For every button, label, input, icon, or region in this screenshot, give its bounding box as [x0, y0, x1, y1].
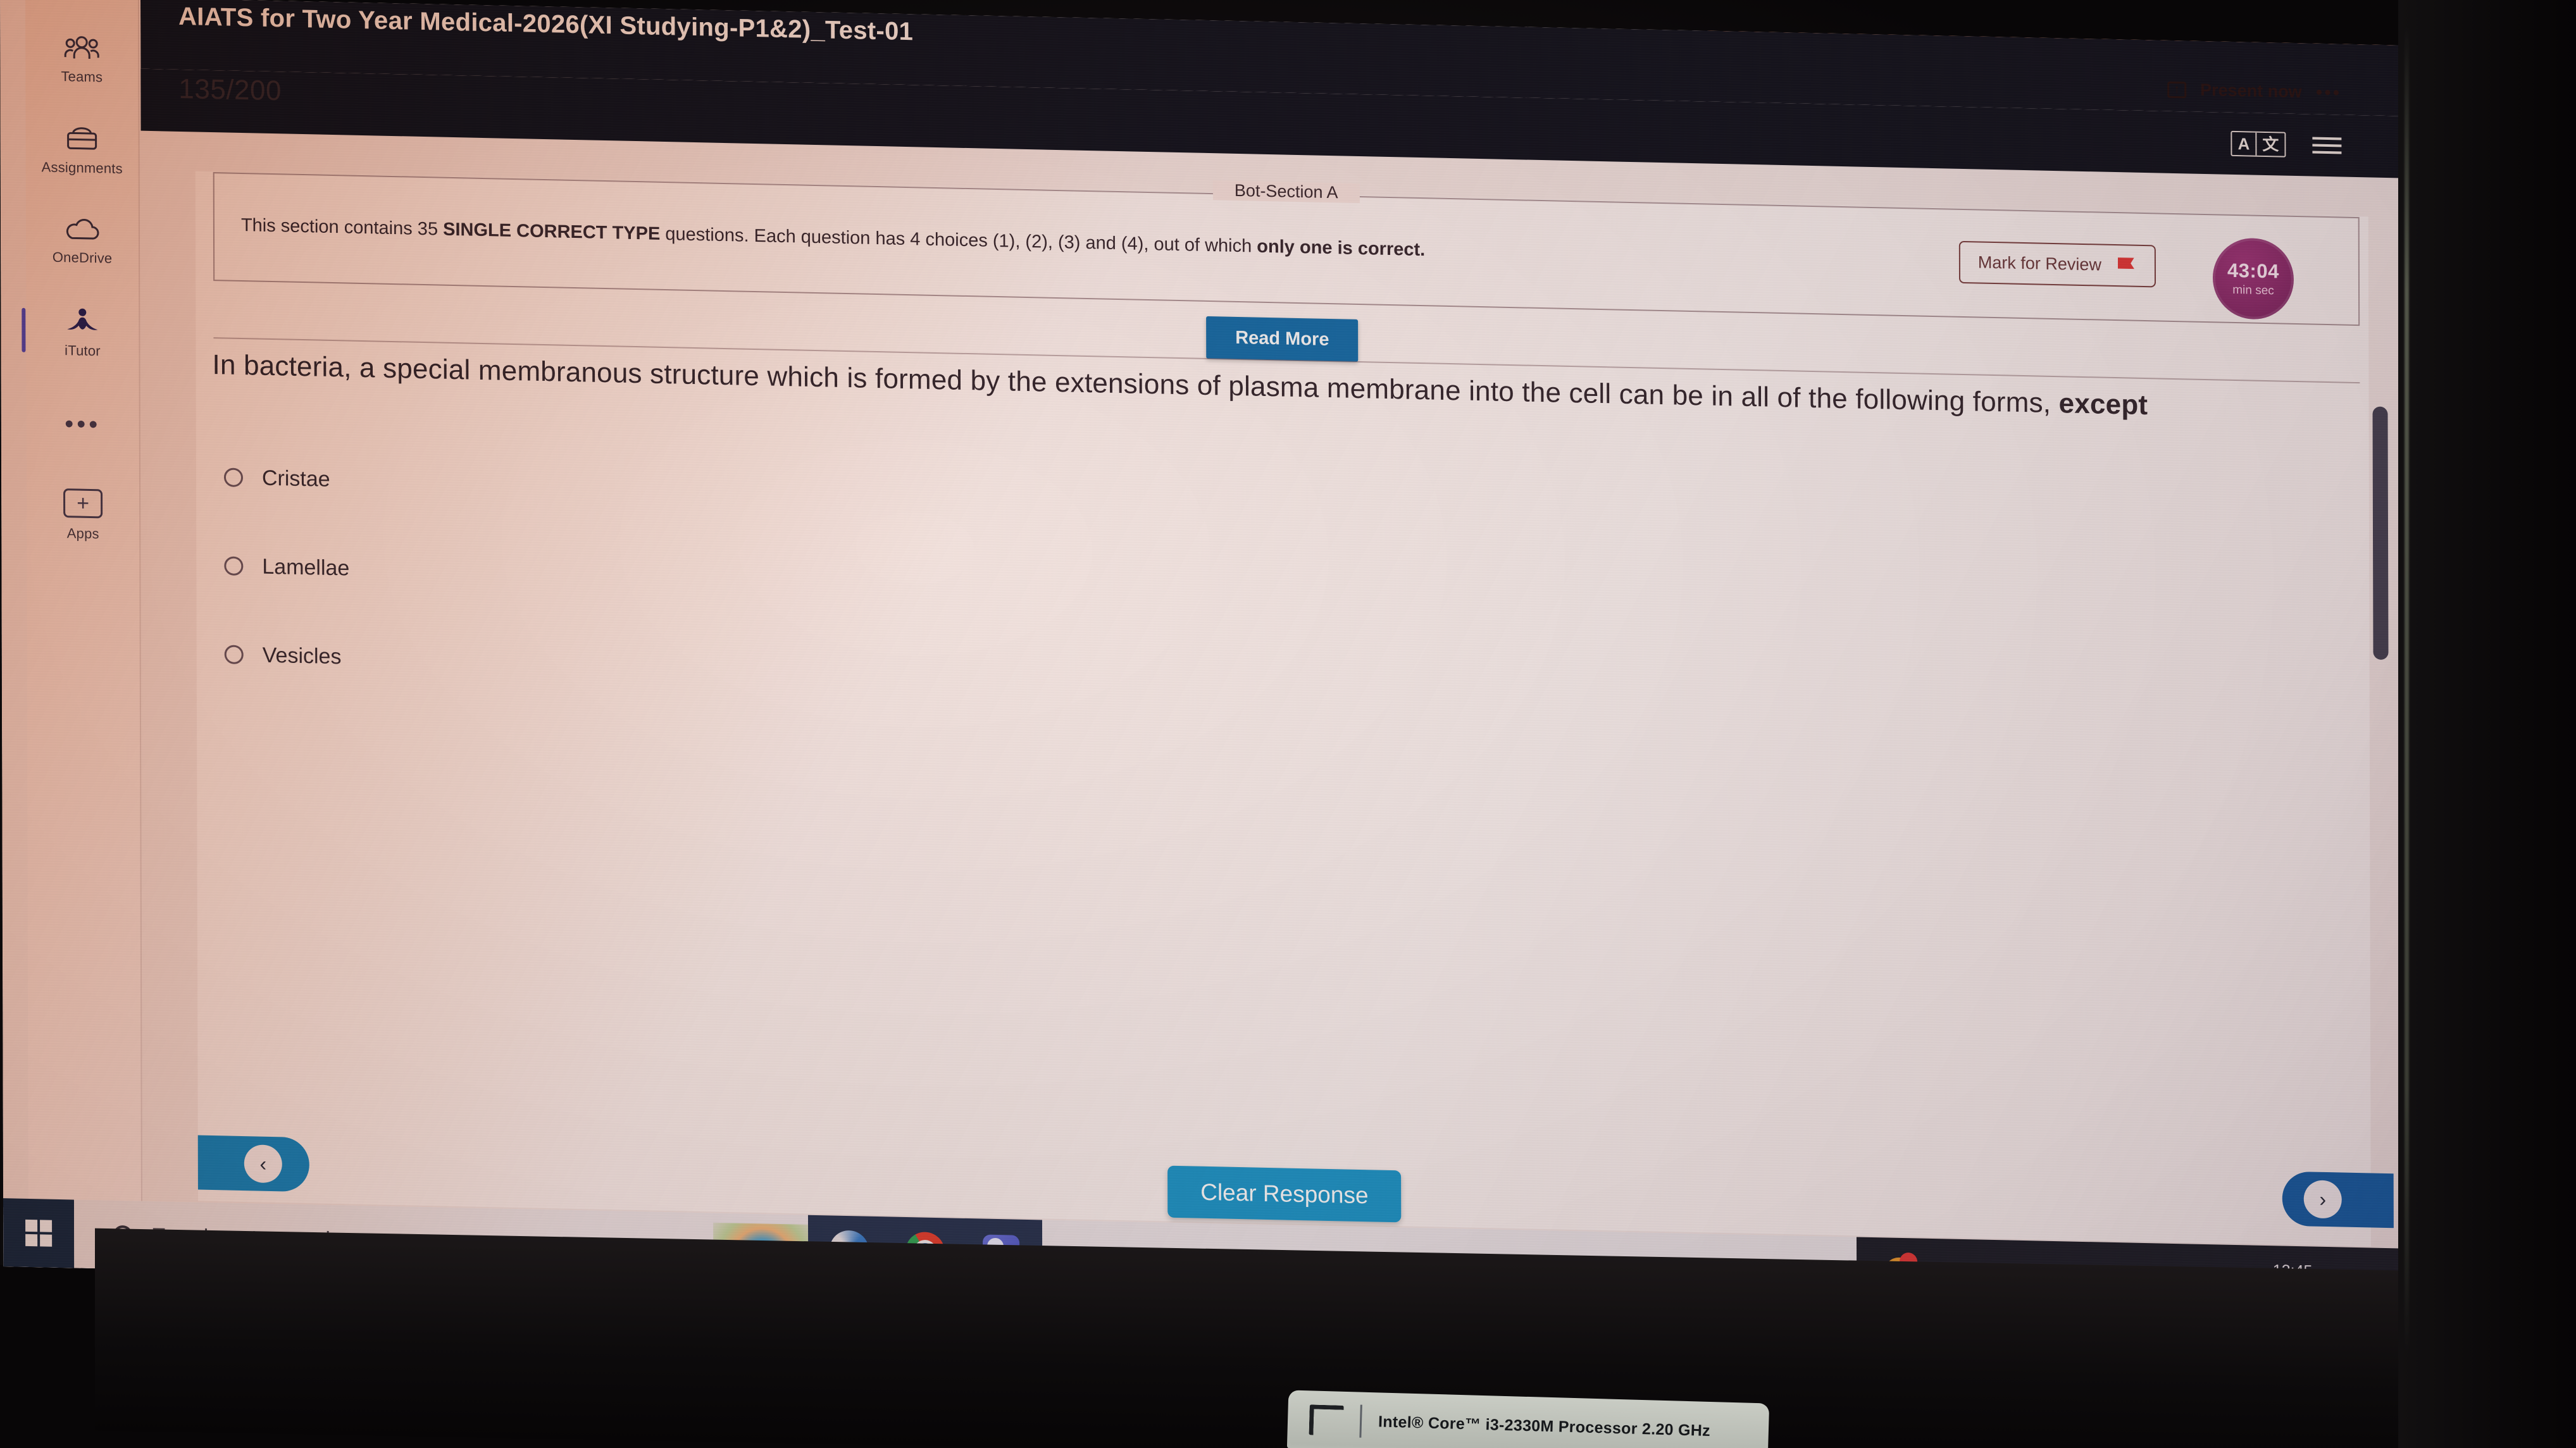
clipboard-icon — [65, 125, 100, 152]
more-options-icon[interactable]: ••• — [2316, 88, 2342, 98]
hamburger-icon[interactable] — [2312, 137, 2342, 154]
translate-icon[interactable]: A 文 — [2231, 130, 2286, 158]
question-part-bold: except — [2058, 388, 2148, 421]
option-row[interactable]: Vesicles — [224, 632, 2344, 721]
radio-button[interactable] — [223, 467, 244, 488]
translate-badge-left: A — [2232, 132, 2256, 156]
instr-part: This section contains 35 — [240, 214, 444, 240]
share-screen-icon: ↑ — [2167, 81, 2186, 98]
read-more-button[interactable]: Read More — [1206, 316, 1359, 362]
present-now-label: Present now — [2200, 80, 2302, 102]
sidebar-item-label: Teams — [61, 68, 103, 85]
sticker-text: Intel® Core™ i3-2330M Processor 2.20 GHz — [1378, 1412, 1711, 1440]
instr-part-bold: only one is correct. — [1257, 236, 1426, 261]
sidebar-item-teams[interactable]: Teams — [25, 13, 139, 107]
previous-question-button[interactable]: ‹ — [197, 1135, 309, 1192]
sidebar-item-label: OneDrive — [52, 249, 113, 266]
chevron-right-icon: › — [2303, 1180, 2342, 1219]
screen-surface: Teams Assignments OneDrive iTutor ••• + … — [0, 0, 2408, 1317]
sidebar-item-label: iTutor — [65, 342, 101, 359]
sidebar-item-assignments[interactable]: Assignments — [25, 104, 139, 198]
sidebar-item-apps[interactable]: + Apps — [26, 469, 140, 562]
sticker-logo-icon — [1309, 1404, 1344, 1436]
start-button[interactable] — [3, 1198, 75, 1268]
clear-response-button[interactable]: Clear Response — [1167, 1165, 1402, 1223]
chevron-left-icon: ‹ — [244, 1144, 282, 1184]
translate-badge-right: 文 — [2255, 132, 2285, 156]
section-instruction-text: This section contains 35 SINGLE CORRECT … — [241, 212, 2332, 283]
sidebar-item-itutor[interactable]: iTutor — [25, 287, 139, 380]
section-instruction-box: Bot-Section A This section contains 35 S… — [213, 172, 2360, 326]
cloud-icon — [63, 218, 101, 242]
option-label: Cristae — [261, 466, 330, 492]
option-row[interactable]: Lamellae — [224, 543, 2344, 632]
itutor-icon — [65, 307, 100, 335]
sidebar-item-label: Assignments — [41, 159, 123, 177]
next-question-button[interactable]: › — [2282, 1171, 2394, 1228]
sidebar-item-onedrive[interactable]: OneDrive — [25, 195, 139, 289]
sidebar-item-label: Apps — [66, 525, 99, 542]
exam-question-card: Mark for Review 43:04 min sec Bot-Sectio… — [195, 171, 2394, 1247]
section-label: Bot-Section A — [1212, 180, 1360, 204]
people-icon — [64, 34, 99, 61]
sticker-divider — [1359, 1404, 1362, 1438]
teams-left-rail: Teams Assignments OneDrive iTutor ••• + … — [25, 0, 143, 1270]
radio-button[interactable] — [224, 645, 244, 665]
sidebar-overflow-button[interactable]: ••• — [26, 378, 140, 471]
option-label: Lamellae — [262, 554, 350, 581]
answer-options-list: Cristae Lamellae Vesicles — [223, 455, 2344, 765]
present-now-button[interactable]: ↑ Present now ••• — [2167, 80, 2341, 103]
bezel-edge-highlight — [2405, 25, 2409, 1354]
radio-button[interactable] — [224, 556, 244, 576]
laptop-bezel-right — [2398, 0, 2576, 1448]
windows-logo-icon — [25, 1219, 53, 1247]
instr-part-bold: SINGLE CORRECT TYPE — [443, 219, 661, 244]
ellipsis-icon: ••• — [65, 410, 101, 439]
photo-of-laptop-screen: Teams Assignments OneDrive iTutor ••• + … — [0, 0, 2576, 1448]
score-display: 135/200 — [178, 73, 282, 107]
laptop-display: Teams Assignments OneDrive iTutor ••• + … — [0, 0, 2408, 1317]
option-row[interactable]: Cristae — [223, 455, 2344, 543]
instr-part: questions. Each question has 4 choices (… — [660, 223, 1257, 257]
vertical-scrollbar[interactable] — [2372, 406, 2389, 660]
question-part: In bacteria, a special membranous struct… — [212, 349, 2059, 419]
teams-app-area: Aakash Educatio... – ☐ ✕ AIATS for Two Y… — [140, 0, 2408, 1317]
meeting-title: AIATS for Two Year Medical-2026(XI Study… — [178, 2, 914, 46]
plus-box-icon: + — [63, 488, 103, 519]
option-label: Vesicles — [262, 643, 342, 669]
